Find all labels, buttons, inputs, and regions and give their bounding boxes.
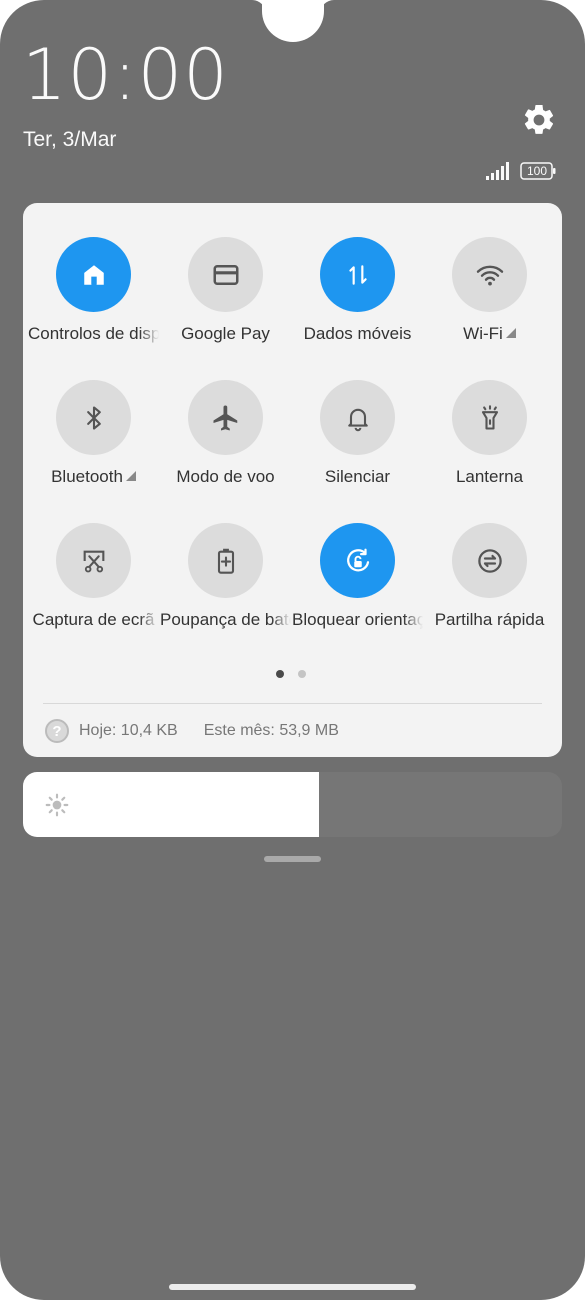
tile-label-row: Bluetooth (28, 467, 159, 487)
tile-silence[interactable]: Silenciar (292, 380, 423, 487)
tile-quick-share[interactable]: Partilha rápida (424, 523, 555, 630)
usage-today: Hoje: 10,4 KB (79, 722, 178, 739)
battery-level: 100 (526, 164, 548, 178)
tile-label: Poupança de bateria (160, 610, 291, 629)
expand-triangle-icon (505, 328, 516, 338)
tile-screenshot[interactable]: Captura de ecrã (28, 523, 159, 630)
data-usage-row[interactable]: ? Hoje: 10,4 KB Este mês: 53,9 MB (45, 716, 339, 746)
tile-screenshot-toggle[interactable] (56, 523, 131, 598)
tile-mobile-data-toggle[interactable] (320, 237, 395, 312)
panel-drag-handle[interactable] (264, 856, 321, 862)
tile-label: Partilha rápida (434, 610, 545, 629)
rotation-lock-icon (346, 548, 369, 571)
page-dot-active (276, 670, 284, 678)
tile-rotation-lock-toggle[interactable] (320, 523, 395, 598)
tile-device-controls[interactable]: Controlos de dispositivos (28, 237, 159, 344)
camera-notch (262, 0, 324, 42)
expand-triangle-icon (125, 471, 136, 481)
tile-google-pay[interactable]: Google Pay (160, 237, 291, 344)
tile-label: Bluetooth (51, 467, 123, 486)
clock[interactable]: 10:00 (22, 40, 229, 110)
tile-bluetooth-toggle[interactable] (56, 380, 131, 455)
flashlight-icon (481, 404, 498, 430)
usage-month: Este mês: 53,9 MB (203, 722, 339, 739)
tile-label: Lanterna (455, 467, 524, 486)
tile-flashlight[interactable]: Lanterna (424, 380, 555, 487)
tile-label-row: Wi-Fi (424, 324, 555, 344)
page-dot (298, 670, 306, 678)
tile-label: Bloquear orientação (292, 610, 423, 629)
signal-strength-icon (486, 162, 509, 180)
tile-bluetooth[interactable]: Bluetooth (28, 380, 159, 487)
brightness-sun-icon (45, 793, 69, 817)
date[interactable]: Ter, 3/Mar (23, 128, 116, 152)
wifi-icon (476, 265, 503, 286)
tile-label: Silenciar (324, 467, 391, 486)
tile-quick-share-toggle[interactable] (452, 523, 527, 598)
home-icon (83, 264, 104, 285)
quick-settings-panel: Controlos de dispositivos Google Pay Dad… (23, 203, 562, 757)
tile-google-pay-toggle[interactable] (188, 237, 263, 312)
tile-airplane-mode[interactable]: Modo de voo (160, 380, 291, 487)
airplane-icon (213, 405, 237, 430)
tile-label: Modo de voo (176, 467, 275, 486)
settings-gear-icon[interactable] (521, 102, 557, 138)
battery-saver-icon (217, 548, 234, 574)
data-arrows-icon (348, 264, 367, 285)
phone-screen: 10:00 Ter, 3/Mar 100 Controlos de dispos… (0, 0, 585, 1300)
card-icon (213, 264, 238, 285)
tile-device-controls-toggle[interactable] (56, 237, 131, 312)
bluetooth-icon (86, 405, 101, 430)
tile-label: Wi-Fi (463, 324, 503, 343)
bell-icon (347, 408, 368, 431)
tile-battery-saver[interactable]: Poupança de bateria (160, 523, 291, 630)
screenshot-icon (83, 550, 104, 572)
tile-silence-toggle[interactable] (320, 380, 395, 455)
tile-battery-saver-toggle[interactable] (188, 523, 263, 598)
quick-share-icon (477, 548, 502, 573)
panel-divider (43, 703, 542, 704)
help-icon: ? (45, 719, 69, 743)
tile-wifi[interactable]: Wi-Fi (424, 237, 555, 344)
tile-mobile-data[interactable]: Dados móveis (292, 237, 423, 344)
tile-label: Captura de ecrã (32, 610, 155, 629)
tile-label: Google Pay (181, 324, 270, 343)
tile-flashlight-toggle[interactable] (452, 380, 527, 455)
tile-rotation-lock[interactable]: Bloquear orientação (292, 523, 423, 630)
tile-wifi-toggle[interactable] (452, 237, 527, 312)
tile-label: Dados móveis (303, 324, 412, 343)
tile-label: Controlos de dispositivos (28, 324, 159, 343)
tile-airplane-mode-toggle[interactable] (188, 380, 263, 455)
home-indicator[interactable] (169, 1284, 416, 1290)
brightness-slider[interactable] (23, 772, 562, 837)
